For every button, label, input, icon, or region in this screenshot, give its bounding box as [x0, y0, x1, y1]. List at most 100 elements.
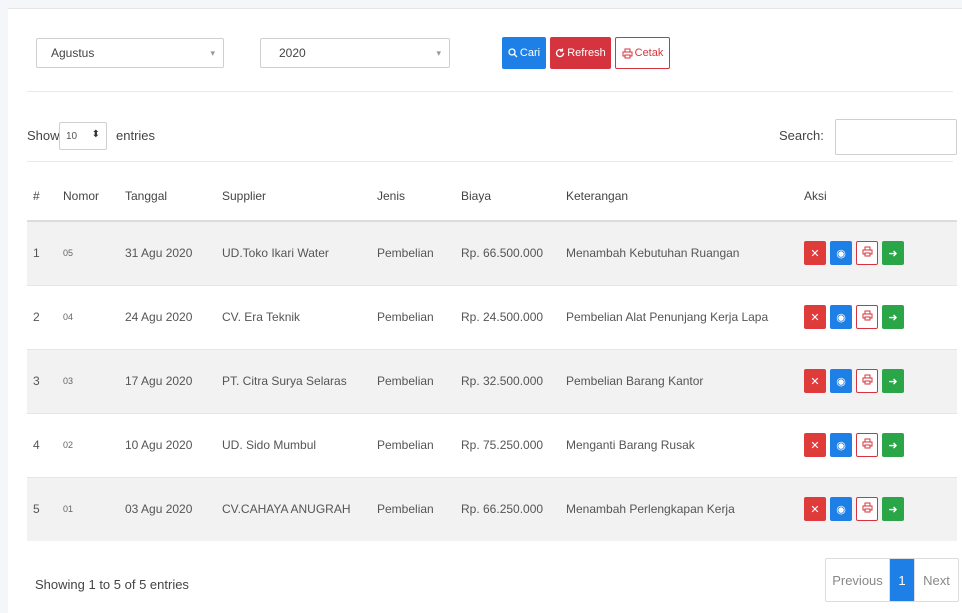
eye-icon: ◉	[836, 439, 846, 452]
search-input[interactable]	[835, 119, 957, 155]
col-header-supplier: Supplier	[216, 171, 371, 222]
col-header-jenis: Jenis	[371, 171, 455, 222]
close-icon: ✕	[810, 503, 820, 516]
cari-label: Cari	[519, 47, 541, 59]
cell-biaya: Rp. 66.250.000	[455, 476, 560, 541]
cell-nomor: 03	[57, 348, 119, 413]
month-select[interactable]: Agustus ▾	[36, 38, 224, 68]
cetak-label: Cetak	[634, 47, 664, 59]
detail-button[interactable]: ➜	[882, 369, 904, 393]
delete-button[interactable]: ✕	[804, 241, 826, 266]
row-actions: ✕ ◉ ➜	[804, 305, 957, 329]
cell-aksi: ✕ ◉ ➜	[798, 284, 957, 349]
cari-button[interactable]: Cari	[502, 37, 546, 69]
delete-button[interactable]: ✕	[804, 305, 826, 329]
cetak-button[interactable]: Cetak	[615, 37, 670, 69]
cell-nomor: 01	[57, 476, 119, 541]
cell-tanggal: 10 Agu 2020	[119, 412, 216, 477]
view-button[interactable]: ◉	[830, 241, 852, 266]
row-actions: ✕ ◉ ➜	[804, 433, 957, 457]
cell-supplier: UD.Toko Ikari Water	[216, 220, 371, 285]
table-header-row: # Nomor Tanggal Supplier Jenis Biaya Ket…	[27, 171, 957, 222]
cell-supplier: CV. Era Teknik	[216, 284, 371, 349]
view-button[interactable]: ◉	[830, 369, 852, 393]
data-table: # Nomor Tanggal Supplier Jenis Biaya Ket…	[27, 171, 957, 541]
delete-button[interactable]: ✕	[804, 497, 826, 522]
delete-button[interactable]: ✕	[804, 433, 826, 457]
cell-no: 4	[27, 412, 57, 477]
print-button[interactable]	[856, 497, 878, 522]
year-value: 2020	[279, 46, 306, 60]
entries-select[interactable]: 10 ⬍	[59, 122, 107, 150]
detail-button[interactable]: ➜	[882, 497, 904, 522]
eye-icon: ◉	[836, 311, 846, 324]
close-icon: ✕	[810, 311, 820, 324]
detail-button[interactable]: ➜	[882, 241, 904, 266]
sign-in-icon: ➜	[888, 311, 898, 324]
detail-button[interactable]: ➜	[882, 305, 904, 329]
table-length-controls: Show 10 ⬍ entries Search:	[27, 119, 957, 155]
print-button[interactable]	[856, 369, 878, 393]
view-button[interactable]: ◉	[830, 305, 852, 329]
previous-button[interactable]: Previous	[826, 559, 890, 601]
col-header-aksi: Aksi	[798, 171, 957, 222]
table-row: 4 02 10 Agu 2020 UD. Sido Mumbul Pembelian Rp…	[27, 412, 957, 477]
print-button[interactable]	[856, 433, 878, 457]
cell-jenis: Pembelian	[371, 220, 455, 285]
page-1-button[interactable]: 1	[890, 559, 914, 601]
refresh-button[interactable]: Refresh	[550, 37, 611, 69]
next-button[interactable]: Next	[914, 559, 958, 601]
cell-jenis: Pembelian	[371, 348, 455, 413]
year-select[interactable]: 2020 ▾	[260, 38, 450, 68]
print-icon	[862, 310, 873, 324]
print-button[interactable]	[856, 241, 878, 266]
cell-nomor: 02	[57, 412, 119, 477]
cell-keterangan: Pembelian Alat Penunjang Kerja Lapa	[560, 284, 798, 349]
cell-supplier: UD. Sido Mumbul	[216, 412, 371, 477]
cell-aksi: ✕ ◉ ➜	[798, 476, 957, 541]
cell-supplier: PT. Citra Surya Selaras	[216, 348, 371, 413]
col-header-tanggal: Tanggal	[119, 171, 216, 222]
cell-nomor: 05	[57, 220, 119, 285]
cell-keterangan: Menambah Perlengkapan Kerja	[560, 476, 798, 541]
cell-no: 1	[27, 220, 57, 285]
col-header-no: #	[27, 171, 57, 222]
view-button[interactable]: ◉	[830, 497, 852, 522]
delete-button[interactable]: ✕	[804, 369, 826, 393]
entries-label: entries	[116, 128, 156, 143]
cell-aksi: ✕ ◉ ➜	[798, 412, 957, 477]
sign-in-icon: ➜	[888, 439, 898, 452]
print-icon	[862, 438, 873, 452]
print-icon	[622, 48, 633, 58]
cell-supplier: CV.CAHAYA ANUGRAH	[216, 476, 371, 541]
close-icon: ✕	[810, 439, 820, 452]
search-label: Search:	[779, 128, 824, 143]
cell-tanggal: 31 Agu 2020	[119, 220, 216, 285]
row-actions: ✕ ◉ ➜	[804, 369, 957, 393]
col-header-nomor: Nomor	[57, 171, 119, 222]
cell-tanggal: 24 Agu 2020	[119, 284, 216, 349]
cell-keterangan: Menambah Kebutuhan Ruangan	[560, 220, 798, 285]
show-label: Show	[27, 128, 60, 143]
print-button[interactable]	[856, 305, 878, 329]
divider	[27, 161, 953, 162]
print-icon	[862, 374, 873, 388]
pagination: Previous 1 Next	[825, 558, 959, 602]
chevron-down-icon: ▾	[210, 48, 215, 58]
month-value: Agustus	[51, 46, 95, 60]
cell-biaya: Rp. 75.250.000	[455, 412, 560, 477]
search-icon	[508, 48, 518, 58]
divider	[27, 91, 953, 92]
view-button[interactable]: ◉	[830, 433, 852, 457]
cell-biaya: Rp. 66.500.000	[455, 220, 560, 285]
cell-keterangan: Pembelian Barang Kantor	[560, 348, 798, 413]
refresh-label: Refresh	[567, 47, 606, 59]
cell-aksi: ✕ ◉ ➜	[798, 220, 957, 285]
close-icon: ✕	[810, 375, 820, 388]
eye-icon: ◉	[836, 375, 846, 388]
cell-jenis: Pembelian	[371, 476, 455, 541]
detail-button[interactable]: ➜	[882, 433, 904, 457]
cell-tanggal: 17 Agu 2020	[119, 348, 216, 413]
table-row: 1 05 31 Agu 2020 UD.Toko Ikari Water Pembeli…	[27, 220, 957, 285]
table-row: 2 04 24 Agu 2020 CV. Era Teknik Pembelian Rp.…	[27, 284, 957, 349]
